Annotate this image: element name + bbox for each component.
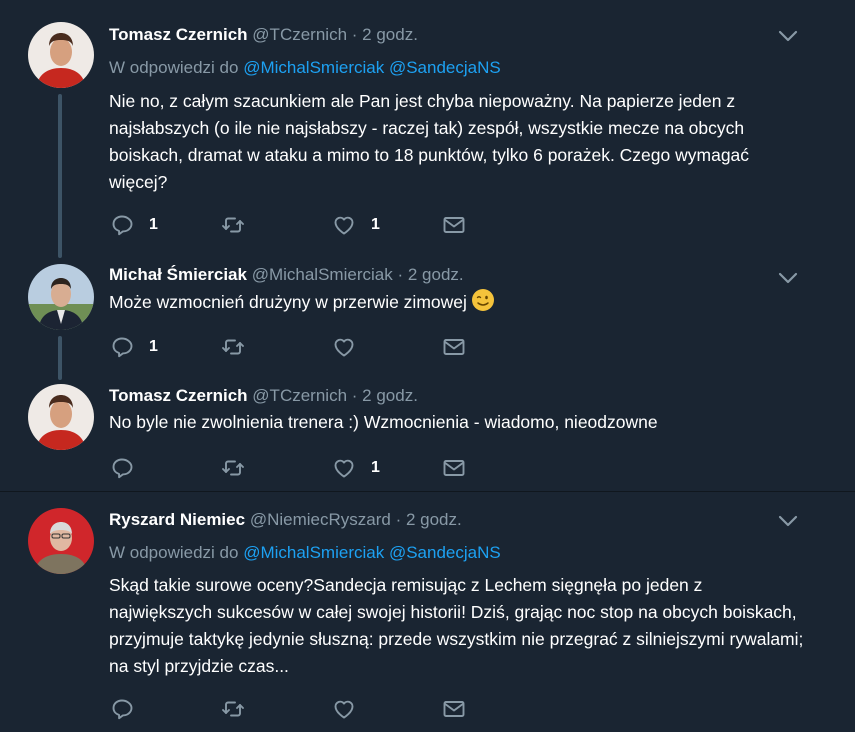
envelope-icon	[442, 213, 466, 237]
tweet-text-content: Może wzmocnień drużyny w przerwie zimowe…	[109, 292, 467, 312]
chevron-down-icon[interactable]	[776, 28, 800, 44]
author-name[interactable]: Ryszard Niemiec	[109, 510, 245, 529]
tweet-header: Ryszard Niemiec @NiemiecRyszard · 2 godz…	[109, 509, 462, 531]
timestamp[interactable]: 2 godz.	[408, 265, 464, 284]
tweet-text: No byle nie zwolnienia trenera :) Wzmocn…	[109, 412, 658, 432]
dm-button[interactable]	[442, 455, 466, 481]
separator-dot: ·	[397, 265, 404, 284]
avatar[interactable]	[28, 508, 94, 574]
dm-button[interactable]	[442, 696, 466, 722]
author-name[interactable]: Tomasz Czernich	[109, 386, 248, 405]
tweet-actions: 1 1	[110, 212, 510, 238]
tweet-actions: 1	[110, 334, 510, 360]
timestamp[interactable]: 2 godz.	[406, 510, 462, 529]
reply-button[interactable]: 1	[110, 212, 158, 238]
avatar[interactable]	[28, 384, 94, 450]
like-button[interactable]: 1	[332, 455, 380, 481]
tweet-header: Tomasz Czernich @TCzernich · 2 godz.	[109, 385, 418, 407]
envelope-icon	[442, 456, 466, 480]
retweet-button[interactable]	[221, 696, 245, 722]
mention-link[interactable]: @SandecjaNS	[389, 58, 501, 77]
tweet-header: Michał Śmierciak @MichalSmierciak · 2 go…	[109, 264, 464, 286]
reply-icon	[110, 335, 134, 359]
retweet-button[interactable]	[221, 455, 245, 481]
heart-icon	[332, 335, 356, 359]
chevron-down-icon[interactable]	[776, 513, 800, 529]
reply-button[interactable]	[110, 455, 134, 481]
tweet-text: Skąd takie surowe oceny?Sandecja remisuj…	[109, 575, 804, 676]
like-button[interactable]	[332, 696, 356, 722]
chevron-down-icon[interactable]	[776, 270, 800, 286]
tweet-thread: Tomasz Czernich @TCzernich · 2 godz. W o…	[0, 0, 855, 732]
timestamp[interactable]: 2 godz.	[362, 386, 418, 405]
winking-face-emoji-icon	[471, 289, 494, 311]
reply-icon	[110, 213, 134, 237]
thread-connector	[58, 94, 62, 258]
author-handle[interactable]: @TCzernich	[252, 25, 347, 44]
dm-button[interactable]	[442, 334, 466, 360]
reply-count: 1	[149, 216, 158, 233]
tweet-actions: 1	[110, 455, 510, 481]
heart-icon	[332, 456, 356, 480]
avatar[interactable]	[28, 264, 94, 330]
tweet-actions	[110, 696, 510, 722]
like-button[interactable]: 1	[332, 212, 380, 238]
tweet[interactable]: Ryszard Niemiec @NiemiecRyszard · 2 godz…	[0, 492, 855, 732]
author-name[interactable]: Tomasz Czernich	[109, 25, 248, 44]
mention-link[interactable]: @MichalSmierciak	[243, 58, 384, 77]
mention-link[interactable]: @SandecjaNS	[389, 543, 501, 562]
retweet-icon	[221, 335, 245, 359]
tweet[interactable]: Michał Śmierciak @MichalSmierciak · 2 go…	[0, 246, 855, 380]
tweet[interactable]: Tomasz Czernich @TCzernich · 2 godz. W o…	[0, 0, 855, 258]
reply-context: W odpowiedzi do @MichalSmierciak @Sandec…	[109, 57, 501, 79]
author-handle[interactable]: @TCzernich	[252, 386, 347, 405]
author-handle[interactable]: @MichalSmierciak	[252, 265, 393, 284]
heart-icon	[332, 213, 356, 237]
retweet-button[interactable]	[221, 334, 245, 360]
avatar[interactable]	[28, 22, 94, 88]
envelope-icon	[442, 697, 466, 721]
reply-count: 1	[149, 338, 158, 355]
reply-button[interactable]: 1	[110, 334, 158, 360]
reply-context: W odpowiedzi do @MichalSmierciak @Sandec…	[109, 542, 501, 564]
like-count: 1	[371, 216, 380, 233]
reply-prefix: W odpowiedzi do	[109, 543, 239, 562]
like-button[interactable]	[332, 334, 356, 360]
tweet-text: Nie no, z całym szacunkiem ale Pan jest …	[109, 91, 750, 192]
separator-dot: ·	[351, 386, 358, 405]
timestamp[interactable]: 2 godz.	[362, 25, 418, 44]
reply-prefix: W odpowiedzi do	[109, 58, 239, 77]
tweet[interactable]: Tomasz Czernich @TCzernich · 2 godz. No …	[0, 368, 855, 491]
mention-link[interactable]: @MichalSmierciak	[243, 543, 384, 562]
reply-icon	[110, 697, 134, 721]
tweet-text: Może wzmocnień drużyny w przerwie zimowe…	[109, 288, 809, 316]
retweet-icon	[221, 697, 245, 721]
author-handle[interactable]: @NiemiecRyszard	[250, 510, 391, 529]
reply-button[interactable]	[110, 696, 134, 722]
retweet-icon	[221, 213, 245, 237]
tweet-header: Tomasz Czernich @TCzernich · 2 godz.	[109, 24, 418, 46]
retweet-button[interactable]	[221, 212, 245, 238]
like-count: 1	[371, 459, 380, 476]
dm-button[interactable]	[442, 212, 466, 238]
separator-dot: ·	[351, 25, 358, 44]
author-name[interactable]: Michał Śmierciak	[109, 265, 247, 284]
separator-dot: ·	[395, 510, 402, 529]
envelope-icon	[442, 335, 466, 359]
heart-icon	[332, 697, 356, 721]
retweet-icon	[221, 456, 245, 480]
reply-icon	[110, 456, 134, 480]
